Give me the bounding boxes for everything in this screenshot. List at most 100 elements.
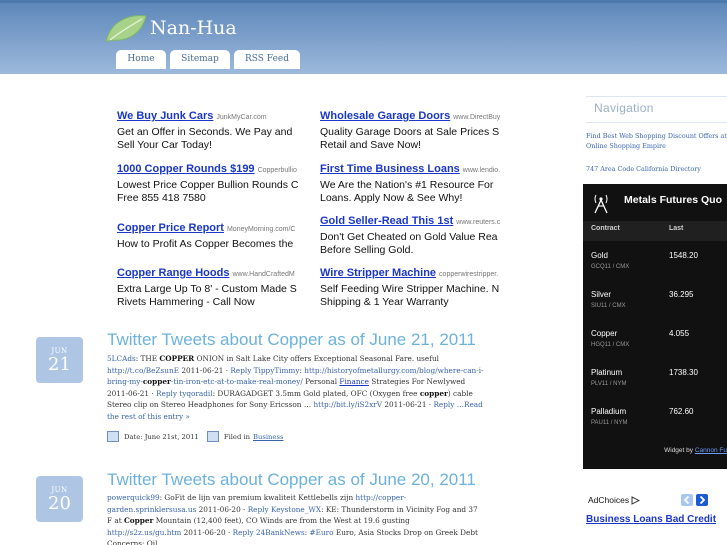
excerpt-text: Personal [302,377,340,387]
site-title[interactable]: Nan-Hua [150,17,237,39]
excerpt-text: ONION in Salt Lake City offers Exception… [194,354,439,363]
calendar-icon [107,431,119,442]
ad-unit[interactable]: 1000 Copper Rounds $199 Copperbullio Lowe… [117,159,307,203]
navigation-heading: Navigation [586,96,727,123]
metal-row: Copper HGQ11 / CMX 4.055 [583,326,727,364]
post-title[interactable]: Twitter Tweets about Copper as of June 2… [107,330,476,350]
excerpt-text: : DURAGADGET 3.5mm Gold plated, OFC (Oxy… [212,388,420,398]
excerpt-text: 2011-06-20 · [196,504,248,514]
metal-row: Platinum PLV11 / NYM 1738.30 [583,365,727,403]
ad-url[interactable]: www.HandCraftedM [232,271,294,278]
ad-url[interactable]: JunkMyCar.com [216,114,266,121]
inline-link[interactable]: http://bit.ly/iS2xrV [313,400,382,409]
inline-link[interactable]: http://s2z.us/gu.htm [107,528,181,537]
widget-footer: Widget by Cannon Fu [583,447,727,454]
widget-table-header: Contract Last [583,221,727,241]
metal-symbol: HGQ11 / CMX [591,342,630,348]
post-meta: Date: June 21st, 2011 Filed in Business [107,431,283,442]
post-date-badge: JUN 20 [36,476,83,522]
inline-link[interactable]: http://t.co/BeZsunE [107,366,179,375]
metal-symbol: PAU11 / NYM [591,420,628,426]
ad-unit[interactable]: Copper Range Hoods www.HandCraftedM Extra… [117,263,307,307]
adchoices-label[interactable]: AdChoices [588,495,629,505]
post-title[interactable]: Twitter Tweets about Copper as of June 2… [107,470,476,490]
inline-link[interactable]: Reply Keystone_WX [248,505,321,514]
ad-description: Extra Large Up To 8' - Custom Made S Riv… [117,283,297,307]
ad-title[interactable]: Gold Seller-Read This 1st [320,215,453,227]
inline-link[interactable]: Reply tyqoradil [156,389,213,398]
nav-sitemap[interactable]: Sitemap [170,50,230,69]
ad-unit[interactable]: Wire Stripper Machine copperwirestripper.… [320,263,510,307]
ad-url[interactable]: www.DirectBuy [453,114,500,121]
sidebar-link[interactable]: Find Best Web Shopping Discount Offers a… [586,131,727,151]
keyword-highlight: copper [419,388,448,398]
metal-last: 1738.30 [669,368,698,377]
ad-unit[interactable]: Copper Price Report MoneyMorning.com/C Ho… [117,218,307,262]
ad-url[interactable]: www.reuters.c [456,219,500,226]
col-contract: Contract [591,225,620,232]
ad-description: How to Profit As Copper Becomes the [117,238,294,250]
inline-link[interactable]: powerquick99 [107,493,160,502]
metal-last: 4.055 [669,329,690,338]
header-top-bar [0,0,727,3]
ad-url[interactable]: www.lendio. [463,167,500,174]
ad-url[interactable]: Copperbullio [258,167,297,174]
keyword-highlight: Copper [124,516,154,526]
adchoices-icon [631,495,641,505]
metal-name: Palladium [591,407,627,416]
nav-home[interactable]: Home [116,50,166,69]
leaf-logo-icon[interactable] [104,12,148,46]
inline-link[interactable]: Finance [339,377,369,386]
ad-title[interactable]: First Time Business Loans [320,163,460,175]
ad-title[interactable]: Copper Price Report [117,222,224,234]
ad-url[interactable]: MoneyMorning.com/C [227,226,295,233]
metal-name: Platinum [591,368,623,377]
widget-footer-link[interactable]: Cannon Fu [695,447,727,454]
ad-unit[interactable]: First Time Business Loans www.lendio. We … [320,159,510,203]
nav-rss-feed[interactable]: RSS Feed [234,50,300,69]
metal-row: Silver SIU11 / CMX 36.295 [583,287,727,325]
widget-title: Metals Futures Quo [624,194,723,206]
inline-link[interactable]: 5LCAds [107,354,136,363]
excerpt-text: 2011-06-21 · [382,400,434,410]
keyword-highlight: copper [142,377,171,387]
post-day: 21 [48,354,71,375]
post-excerpt: 5LCAds: THE COPPER ONION in Salt Lake Ci… [107,353,484,423]
post-date-label: Date: June 21st, 2011 [124,432,199,441]
inline-link[interactable]: -tin-iron-etc-at-to-make-real-money/ [171,377,303,386]
excerpt-text: 2011-06-20 · [181,527,233,537]
ad-title[interactable]: Wire Stripper Machine [320,267,436,279]
filed-in-label: Filed in [223,432,251,441]
keyword-highlight: COPPER [159,354,195,363]
ad-title[interactable]: Wholesale Garage Doors [320,110,450,122]
excerpt-text: : THE [135,354,160,363]
site-header: Nan-Hua Home Sitemap RSS Feed [0,0,727,74]
side-ad-title[interactable]: Business Loans Bad Credit [586,513,727,527]
ad-description: Don't Get Cheated on Gold Value Rea Befo… [320,231,498,255]
ad-unit[interactable]: Gold Seller-Read This 1st www.reuters.c D… [320,211,510,255]
excerpt-text: 2011-06-21 · [179,365,231,375]
inline-link[interactable]: #Euro [310,528,334,537]
ad-description: We Are the Nation's #1 Resource For Loan… [320,179,494,203]
metal-symbol: GCQ11 / CMX [591,264,630,270]
ad-title[interactable]: 1000 Copper Rounds $199 [117,163,255,175]
inline-link[interactable]: Reply TippyTimmy [230,366,299,375]
ad-title[interactable]: Copper Range Hoods [117,267,229,279]
inline-link[interactable]: Reply 24BankNews [233,528,305,537]
metal-row: Gold GCQ11 / CMX 1548.20 [583,248,727,286]
ad-title[interactable]: We Buy Junk Cars [117,110,213,122]
adchoices[interactable]: AdChoices [588,495,641,505]
ad-description: Get an Offer in Seconds. We Pay and Sell… [117,126,293,150]
next-ad-button[interactable] [696,494,708,506]
metal-name: Gold [591,251,608,260]
sidebar-link[interactable]: 747 Area Code California Directory [586,164,701,174]
category-link[interactable]: Business [253,433,283,441]
col-last: Last [669,225,684,232]
ad-unit[interactable]: Wholesale Garage Doors www.DirectBuy Qual… [320,106,510,150]
ad-url[interactable]: copperwirestripper. [439,271,498,278]
metal-last: 36.295 [669,290,694,299]
metal-name: Silver [591,290,612,299]
ad-unit[interactable]: We Buy Junk Cars JunkMyCar.com Get an Off… [117,106,307,150]
folder-icon [206,431,219,442]
prev-ad-button[interactable] [681,494,693,506]
